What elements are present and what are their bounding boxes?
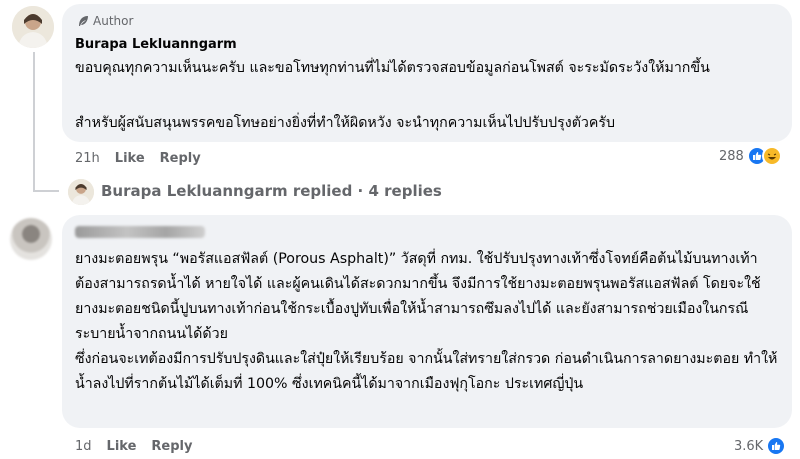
- view-replies-link[interactable]: Burapa Lekluanngarm replied · 4 replies: [101, 182, 442, 200]
- comment-actions: 21h Like Reply: [75, 151, 216, 166]
- haha-icon: [761, 146, 782, 166]
- reply-button[interactable]: Reply: [160, 151, 201, 166]
- commenter-name[interactable]: Burapa Lekluanngarm: [75, 37, 237, 52]
- replier-avatar[interactable]: [68, 179, 94, 205]
- thread-line-branch: [33, 190, 59, 192]
- comment-text: ยางมะตอยพรุน “พอรัสแอสฟัลต์ (Porous Asph…: [75, 251, 761, 342]
- author-badge-label: Author: [93, 14, 134, 28]
- like-icon: [766, 436, 787, 456]
- thread-line: [33, 52, 35, 192]
- reply-button[interactable]: Reply: [151, 439, 192, 454]
- feather-icon: [78, 15, 89, 27]
- commenter-name-redacted[interactable]: [75, 226, 205, 238]
- comment-text: ขอบคุณทุกความเห็นนะครับ และขอโทษทุกท่านท…: [75, 60, 710, 76]
- reaction-count: 288: [719, 148, 744, 164]
- comment-actions: 1d Like Reply: [75, 439, 207, 454]
- commenter-avatar[interactable]: [10, 218, 52, 260]
- author-badge: Author: [78, 14, 133, 28]
- comment-text: สำหรับผู้สนับสนุนพรรคขอโทษอย่างยิ่งที่ทำ…: [75, 115, 616, 131]
- comment-text: ซึ่งก่อนจะเทต้องมีการปรับปรุงดินและใส่ปุ…: [75, 351, 778, 392]
- like-button[interactable]: Like: [115, 151, 145, 166]
- reaction-summary[interactable]: 3.6K: [734, 436, 787, 456]
- comment-time[interactable]: 1d: [75, 439, 92, 454]
- author-avatar[interactable]: [12, 6, 54, 48]
- reaction-count: 3.6K: [734, 438, 764, 454]
- like-button[interactable]: Like: [107, 439, 137, 454]
- reaction-summary[interactable]: 288: [719, 146, 782, 166]
- comment-time[interactable]: 21h: [75, 151, 100, 166]
